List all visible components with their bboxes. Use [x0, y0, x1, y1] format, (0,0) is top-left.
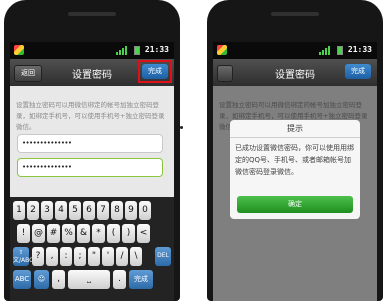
status-bar: 21:33: [213, 42, 377, 59]
dialog-title: 提示: [230, 120, 360, 138]
key-punct[interactable]: /: [116, 247, 128, 266]
phone-left: 21:33 返回 设置密码 完成 设置独立密码可以用微信绑定的帐号加独立密码登录…: [4, 0, 180, 301]
key-8[interactable]: 8: [111, 201, 123, 220]
key-symbol[interactable]: &: [77, 224, 90, 243]
signal-icon: [319, 46, 330, 55]
key-2[interactable]: 2: [27, 201, 39, 220]
key-5[interactable]: 5: [69, 201, 81, 220]
period-key[interactable]: .: [113, 270, 126, 289]
battery-icon: [337, 46, 343, 55]
password-description: 设置独立密码可以用微信绑定的帐号加独立密码登录，如绑定手机号，可以使用手机号+独…: [16, 101, 165, 131]
key-symbol[interactable]: (: [107, 224, 120, 243]
dialog-ok-button[interactable]: 确定: [237, 196, 353, 213]
status-bar: 21:33: [10, 42, 174, 59]
done-button[interactable]: 完成: [345, 64, 371, 79]
app-notification-icon: [217, 45, 227, 55]
key-symbol[interactable]: #: [47, 224, 60, 243]
status-time: 21:33: [347, 45, 372, 54]
enter-done-key[interactable]: 完成: [129, 270, 153, 289]
emoji-key[interactable]: ☺: [34, 270, 49, 289]
keyboard-row-numbers: 1234567890: [13, 201, 171, 220]
step-arrow: [180, 126, 183, 129]
keyboard-row-symbols: ! @ #% & *() <: [13, 224, 171, 243]
keyboard-row-punct: ⇧ 文/ABC DEL ?,:; " ' / \: [13, 247, 171, 266]
key-punct[interactable]: \: [130, 247, 142, 266]
key-symbol[interactable]: !: [17, 224, 30, 243]
key-0[interactable]: 0: [139, 201, 151, 220]
screen-success-dialog: 21:33 设置密码 完成 设置独立密码可以用微信绑定的帐号加独立密码登录，如绑…: [213, 42, 377, 301]
dialog-message: 已成功设置微信密码，你可以使用用绑定的QQ号、手机号、或者邮箱帐号加微信密码登录…: [235, 144, 354, 176]
key-3[interactable]: 3: [41, 201, 53, 220]
key-punct[interactable]: ?: [32, 247, 44, 266]
title-bar: 设置密码 完成: [213, 59, 377, 86]
app-notification-icon: [14, 45, 24, 55]
key-4[interactable]: 4: [55, 201, 67, 220]
soft-keyboard: 1234567890 ! @ #% & *() < ⇧ 文/ABC DEL ?,:; " ' / \…: [10, 197, 174, 301]
key-symbol[interactable]: <: [137, 224, 150, 243]
delete-key[interactable]: DEL: [155, 247, 171, 266]
success-dialog: 提示 已成功设置微信密码，你可以使用用绑定的QQ号、手机号、或者邮箱帐号加微信密…: [230, 120, 360, 219]
space-key[interactable]: ⎵: [68, 270, 110, 289]
key-7[interactable]: 7: [97, 201, 109, 220]
title-bar: 返回 设置密码 完成: [10, 59, 174, 86]
key-punct[interactable]: :: [60, 247, 72, 266]
shift-lang-key[interactable]: ⇧ 文/ABC: [13, 247, 33, 266]
key-punct[interactable]: ': [102, 247, 114, 266]
battery-icon: [134, 46, 140, 55]
key-symbol[interactable]: ): [122, 224, 135, 243]
phone-speaker: [68, 12, 116, 16]
phone-speaker: [271, 12, 319, 16]
phone-right: 21:33 设置密码 完成 设置独立密码可以用微信绑定的帐号加独立密码登录，如绑…: [207, 0, 383, 301]
signal-icon: [116, 46, 127, 55]
key-1[interactable]: 1: [13, 201, 25, 220]
key-punct[interactable]: ,: [46, 247, 58, 266]
screen-set-password: 21:33 返回 设置密码 完成 设置独立密码可以用微信绑定的帐号加独立密码登录…: [10, 42, 174, 301]
password-field[interactable]: ••••••••••••••: [17, 134, 163, 153]
key-punct[interactable]: ;: [74, 247, 86, 266]
comma-key[interactable]: ,: [52, 270, 65, 289]
key-symbol[interactable]: *: [92, 224, 105, 243]
abc-key[interactable]: ABC: [13, 270, 31, 289]
key-symbol[interactable]: %: [62, 224, 75, 243]
confirm-password-field[interactable]: ••••••••••••••: [17, 158, 163, 177]
keyboard-row-bottom: ABC ☺ , ⎵ . 完成: [13, 270, 171, 289]
key-punct[interactable]: ": [88, 247, 100, 266]
key-symbol[interactable]: @: [32, 224, 45, 243]
content-area: 设置独立密码可以用微信绑定的帐号加独立密码登录，如绑定手机号，可以使用手机号+独…: [10, 86, 174, 301]
done-button-highlight: [138, 60, 172, 83]
key-9[interactable]: 9: [125, 201, 137, 220]
key-6[interactable]: 6: [83, 201, 95, 220]
status-time: 21:33: [144, 45, 169, 54]
